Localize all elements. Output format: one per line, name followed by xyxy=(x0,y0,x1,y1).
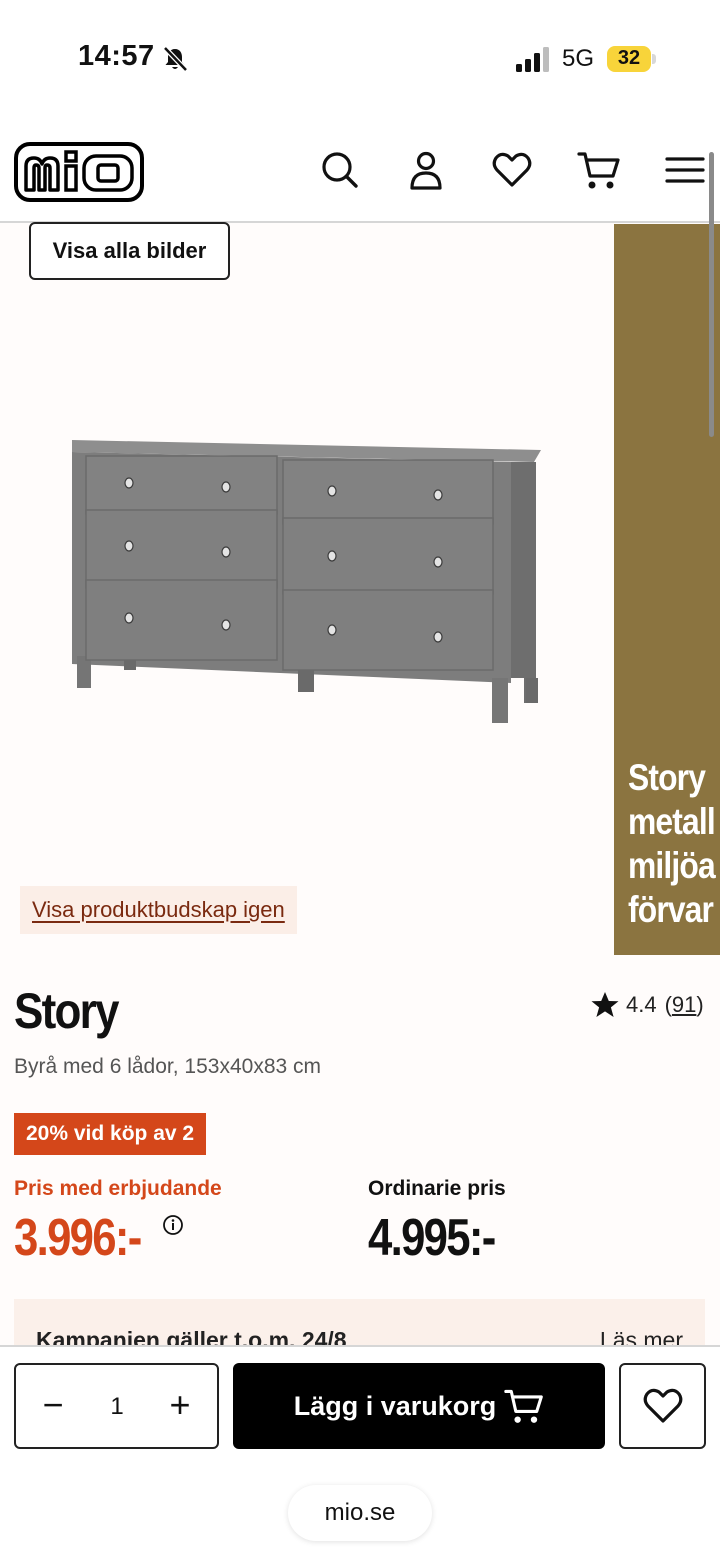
quantity-stepper: − 1 + xyxy=(14,1363,219,1449)
mio-logo[interactable] xyxy=(14,142,144,202)
product-rating[interactable]: 4.4 (91) xyxy=(590,990,704,1020)
signal-icon xyxy=(516,47,549,72)
product-description: Byrå med 6 lådor, 153x40x83 cm xyxy=(14,1055,322,1078)
show-product-message-link[interactable]: Visa produktbudskap igen xyxy=(20,886,297,934)
site-header xyxy=(0,110,720,223)
menu-icon[interactable] xyxy=(663,148,707,192)
bottom-action-bar: − 1 + Lägg i varukorg mio.se xyxy=(0,1345,720,1565)
cart-icon[interactable] xyxy=(577,148,621,192)
decrease-quantity-button[interactable]: − xyxy=(32,1385,74,1427)
search-icon[interactable] xyxy=(318,148,362,192)
show-all-images-button[interactable]: Visa alla bilder xyxy=(29,222,230,280)
promo-line: Story xyxy=(628,757,706,798)
promo-line: miljöa xyxy=(628,845,716,886)
offer-price: 3.996:- xyxy=(14,1209,142,1267)
promo-line: förvar xyxy=(628,889,714,930)
add-to-cart-button[interactable]: Lägg i varukorg xyxy=(233,1363,605,1449)
promo-text: Story metall miljöa förvar xyxy=(628,756,720,932)
network-label: 5G xyxy=(562,45,595,72)
rating-value: 4.4 xyxy=(626,992,657,1017)
product-image[interactable] xyxy=(66,428,550,728)
account-icon[interactable] xyxy=(404,148,448,192)
status-time: 14:57 xyxy=(78,40,155,72)
offer-badge: 20% vid köp av 2 xyxy=(14,1113,207,1155)
read-more-link[interactable]: Läs mer xyxy=(600,1327,683,1345)
regular-price: 4.995:- xyxy=(368,1209,496,1267)
campaign-banner[interactable]: Kampanjen gäller t.o.m. 24/8 Läs mer xyxy=(14,1299,705,1345)
add-to-favorites-button[interactable] xyxy=(619,1363,706,1449)
status-bar: 14:57 5G 32 xyxy=(0,0,720,110)
cart-icon xyxy=(504,1389,544,1423)
offer-price-label: Pris med erbjudande xyxy=(14,1177,222,1200)
campaign-text: Kampanjen gäller t.o.m. 24/8 xyxy=(36,1327,347,1345)
star-icon xyxy=(591,992,619,1017)
quantity-value[interactable]: 1 xyxy=(86,1393,148,1421)
heart-icon xyxy=(643,1388,682,1423)
promo-panel[interactable]: Story metall miljöa förvar xyxy=(614,224,720,955)
bell-muted-icon xyxy=(163,46,188,72)
regular-price-label: Ordinarie pris xyxy=(368,1177,506,1200)
info-icon[interactable] xyxy=(162,1214,184,1236)
battery-level: 32 xyxy=(617,47,641,69)
add-to-cart-label: Lägg i varukorg xyxy=(293,1390,497,1421)
battery-icon: 32 xyxy=(607,46,656,72)
page-scrollbar[interactable] xyxy=(709,152,714,437)
promo-line: metall xyxy=(628,801,716,842)
product-title: Story xyxy=(14,983,119,1039)
browser-url-pill[interactable]: mio.se xyxy=(288,1485,432,1541)
review-count-link[interactable]: 91 xyxy=(672,992,696,1018)
heart-icon[interactable] xyxy=(490,148,534,192)
increase-quantity-button[interactable]: + xyxy=(159,1385,201,1427)
